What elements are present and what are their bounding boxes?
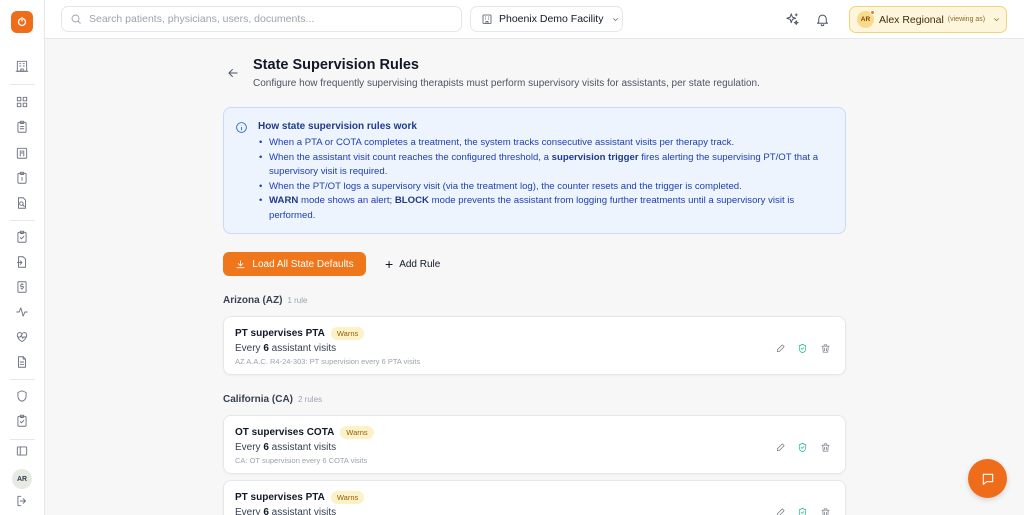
status-badge: Warns — [340, 426, 374, 439]
clipboard-check-icon[interactable] — [15, 230, 29, 244]
chat-button[interactable] — [968, 459, 1007, 498]
shield-check-icon[interactable] — [797, 440, 808, 452]
add-rule-button[interactable]: + Add Rule — [385, 252, 440, 276]
status-badge: Warns — [330, 491, 365, 504]
info-list: When a PTA or COTA completes a treatment… — [258, 136, 828, 223]
brand-logo-icon[interactable] — [11, 11, 33, 33]
add-rule-label: Add Rule — [399, 258, 441, 270]
edit-icon[interactable] — [775, 440, 786, 452]
panel-left-icon[interactable] — [15, 444, 29, 458]
building-icon — [482, 14, 492, 24]
file-import-icon[interactable] — [15, 255, 29, 269]
shield-check-icon[interactable] — [797, 505, 808, 515]
info-item: When a PTA or COTA completes a treatment… — [258, 136, 828, 151]
status-dot — [870, 10, 875, 15]
rule-citation: CA: OT supervision every 6 COTA visits — [235, 456, 368, 465]
clipboard-check-icon[interactable] — [15, 414, 29, 428]
rule-card: PT supervises PTA Warns Every 6 assistant… — [223, 480, 846, 515]
shield-icon[interactable] — [15, 389, 29, 403]
back-arrow-icon[interactable] — [226, 66, 240, 80]
info-item: When the assistant visit count reaches t… — [258, 151, 828, 180]
sidebar-divider — [10, 439, 35, 440]
info-callout: How state supervision rules work When a … — [223, 107, 846, 234]
state-name: Arizona (AZ) — [223, 295, 283, 306]
search-input[interactable] — [89, 13, 449, 25]
sidebar-divider — [10, 220, 35, 221]
status-badge: Warns — [330, 327, 365, 340]
sparkles-icon[interactable] — [785, 12, 800, 27]
rule-card: PT supervises PTA Warns Every 6 assistant… — [223, 316, 846, 375]
facility-selector[interactable]: Phoenix Demo Facility — [470, 6, 623, 32]
shield-check-icon[interactable] — [797, 341, 808, 353]
avatar: AR — [857, 10, 875, 28]
grid-icon[interactable] — [15, 95, 29, 109]
info-item: When the PT/OT logs a supervisory visit … — [258, 180, 828, 195]
search-icon — [71, 14, 81, 24]
state-group-heading: Arizona (AZ) 1 rule — [223, 295, 307, 306]
load-state-defaults-label: Load All State Defaults — [252, 258, 354, 270]
rule-card: OT supervises COTA Warns Every 6 assistan… — [223, 415, 846, 474]
rule-frequency: Every 6 assistant visits — [235, 507, 337, 515]
calendar-icon[interactable] — [15, 146, 29, 160]
edit-icon[interactable] — [775, 341, 786, 353]
plus-icon: + — [385, 256, 394, 272]
rule-frequency: Every 6 assistant visits — [235, 442, 337, 453]
avatar[interactable]: AR — [12, 469, 32, 489]
chat-bubble-icon — [982, 473, 993, 485]
rule-citation: AZ A.A.C. R4-24-303: PT supervision ever… — [235, 357, 421, 366]
page-title: State Supervision Rules — [253, 57, 419, 73]
user-role-note: (viewing as) — [947, 16, 986, 23]
facility-name: Phoenix Demo Facility — [499, 13, 604, 25]
search-box[interactable] — [61, 6, 462, 32]
rule-title: PT supervises PTA Warns — [235, 327, 365, 340]
trash-icon[interactable] — [820, 505, 831, 515]
info-icon — [235, 121, 248, 134]
file-search-icon[interactable] — [15, 196, 29, 210]
clipboard-icon[interactable] — [15, 120, 29, 134]
rule-frequency: Every 6 assistant visits — [235, 343, 337, 354]
load-state-defaults-button[interactable]: Load All State Defaults — [223, 252, 366, 276]
clipboard-list-icon[interactable] — [15, 171, 29, 185]
dollar-file-icon[interactable] — [15, 280, 29, 294]
page-subtitle: Configure how frequently supervising the… — [253, 78, 760, 89]
trash-icon[interactable] — [820, 440, 831, 452]
user-menu[interactable]: AR Alex Regional (viewing as) — [849, 6, 1007, 33]
user-name: Alex Regional — [879, 13, 944, 26]
sidebar: AR — [0, 0, 45, 515]
top-bar: Phoenix Demo Facility AR Alex Regional (… — [45, 0, 1024, 39]
edit-icon[interactable] — [775, 505, 786, 515]
sidebar-divider — [10, 84, 35, 85]
rule-count: 1 rule — [287, 296, 308, 305]
sidebar-divider — [10, 379, 35, 380]
chevron-down-icon — [992, 11, 1001, 29]
trash-icon[interactable] — [820, 341, 831, 353]
info-title: How state supervision rules work — [258, 121, 417, 132]
download-icon — [236, 259, 245, 268]
state-name: California (CA) — [223, 394, 293, 405]
bell-icon[interactable] — [815, 12, 830, 27]
heart-pulse-icon[interactable] — [15, 330, 29, 344]
document-icon[interactable] — [15, 355, 29, 369]
activity-icon[interactable] — [15, 305, 29, 319]
rule-title: PT supervises PTA Warns — [235, 491, 365, 504]
chevron-down-icon — [613, 17, 619, 21]
rule-title: OT supervises COTA Warns — [235, 426, 374, 439]
building-icon[interactable] — [15, 59, 29, 73]
state-group-heading: California (CA) 2 rules — [223, 394, 322, 405]
rule-count: 2 rules — [298, 395, 323, 404]
info-item: WARN mode shows an alert; BLOCK mode pre… — [258, 194, 828, 223]
logout-icon[interactable] — [15, 494, 29, 508]
avatar-initials: AR — [860, 16, 871, 23]
